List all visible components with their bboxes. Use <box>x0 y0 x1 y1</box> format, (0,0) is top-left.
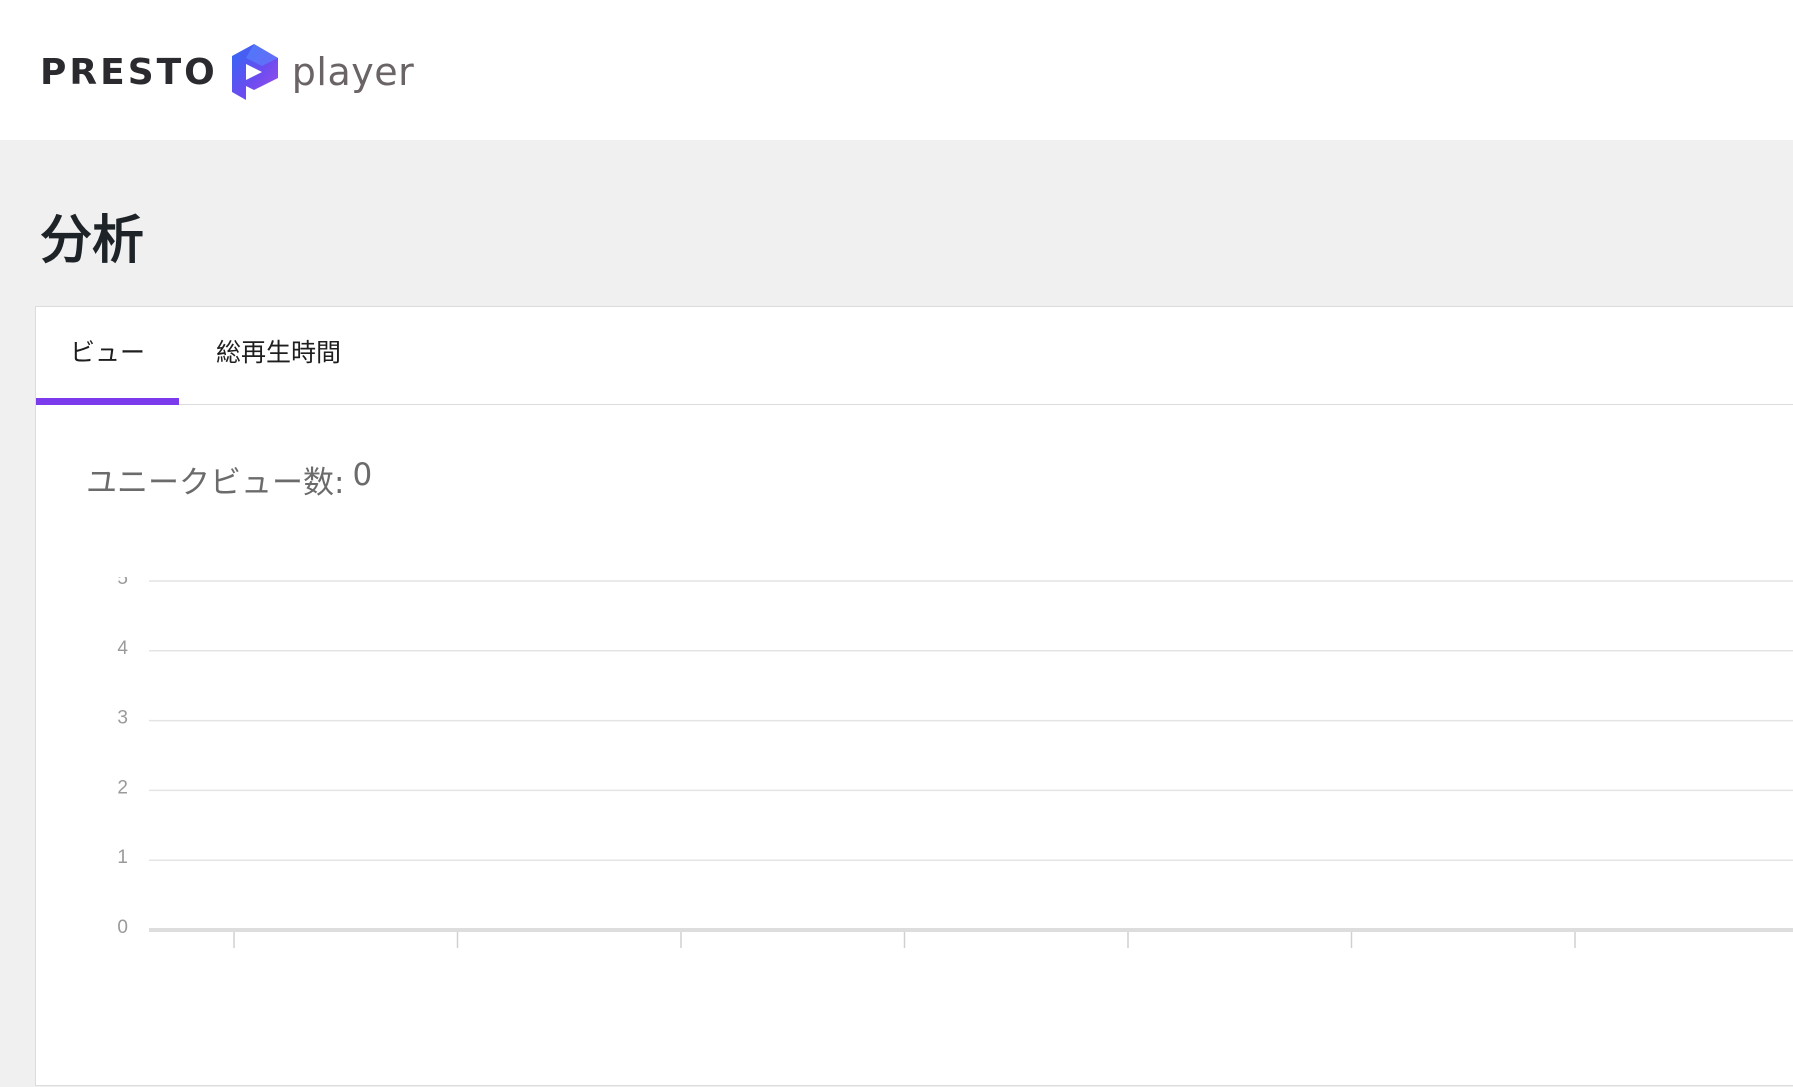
y-tick-label: 2 <box>117 777 128 798</box>
analytics-card: ビュー 総再生時間 ユニークビュー数: 0 0 1 2 3 4 5 <box>35 306 1793 1086</box>
logo-product-text: player <box>291 50 415 94</box>
y-tick-label: 3 <box>117 708 128 729</box>
y-tick-label: 4 <box>117 638 128 659</box>
logo-brand-text: PRESTO <box>40 51 218 93</box>
tab-views[interactable]: ビュー <box>36 307 179 404</box>
app-header: PRESTO player <box>0 0 1793 140</box>
y-tick-label: 1 <box>117 847 128 868</box>
tab-total-watch-time[interactable]: 総再生時間 <box>211 307 346 404</box>
active-tab-indicator <box>36 398 179 405</box>
y-tick-label: 0 <box>117 917 128 938</box>
unique-views-label: ユニークビュー数: <box>86 465 345 501</box>
page-title: 分析 <box>40 211 145 271</box>
analytics-tabs: ビュー 総再生時間 <box>36 307 1793 405</box>
presto-player-logo[interactable]: PRESTO player <box>40 42 414 102</box>
views-chart: 0 1 2 3 4 5 <box>117 577 1793 948</box>
unique-views-summary: ユニークビュー数: 0 <box>86 457 372 502</box>
presto-logo-icon <box>231 44 278 100</box>
y-tick-label: 5 <box>117 577 128 589</box>
unique-views-value: 0 <box>352 457 373 493</box>
